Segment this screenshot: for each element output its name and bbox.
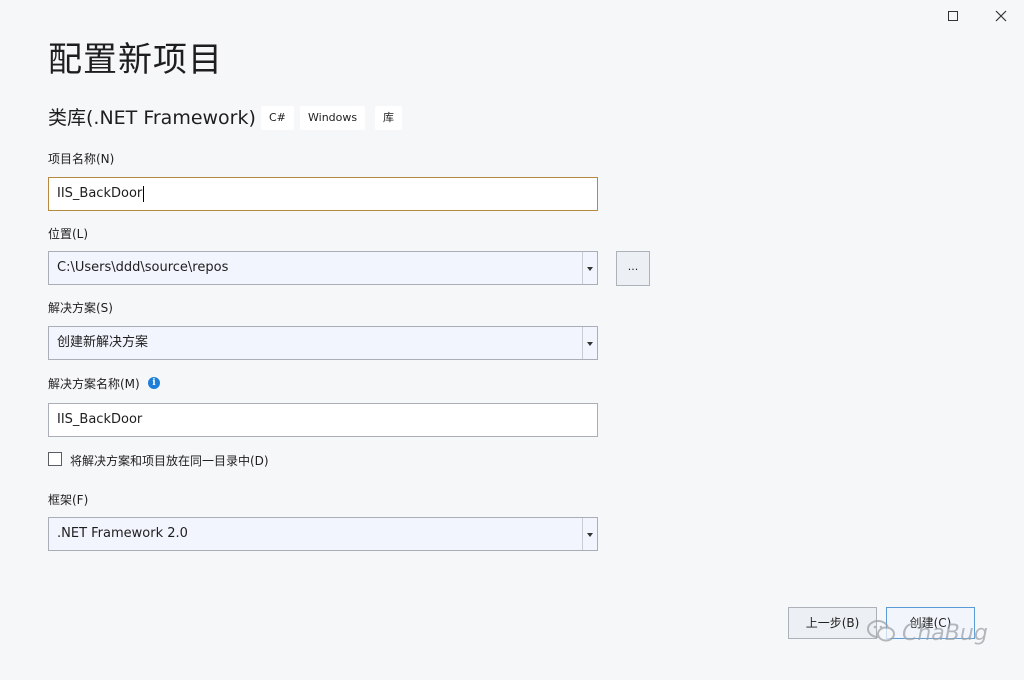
same-directory-checkbox[interactable]: [48, 452, 62, 466]
solution-name-value: IIS_BackDoor: [57, 412, 143, 427]
maximize-icon: [947, 7, 959, 26]
tag-type: 库: [375, 106, 402, 130]
create-button[interactable]: 创建(C): [886, 607, 975, 639]
solution-dropdown-button[interactable]: [582, 327, 597, 359]
framework-select[interactable]: .NET Framework 2.0: [48, 517, 598, 551]
location-value: C:\Users\ddd\source\repos: [57, 260, 229, 275]
framework-value: .NET Framework 2.0: [57, 526, 188, 541]
location-label: 位置(L): [48, 227, 89, 241]
solution-select[interactable]: 创建新解决方案: [48, 326, 598, 360]
tag-language: C#: [261, 106, 294, 130]
project-name-value: IIS_BackDoor: [57, 186, 143, 201]
close-button[interactable]: [986, 4, 1016, 28]
location-combobox[interactable]: C:\Users\ddd\source\repos: [48, 251, 598, 285]
same-directory-label[interactable]: 将解决方案和项目放在同一目录中(D): [70, 453, 269, 469]
close-icon: [995, 7, 1007, 26]
location-dropdown-button[interactable]: [582, 252, 597, 284]
solution-label: 解决方案(S): [48, 301, 113, 315]
project-name-input[interactable]: IIS_BackDoor: [48, 177, 598, 211]
chevron-down-icon: [587, 518, 593, 550]
template-name: 类库(.NET Framework): [48, 107, 256, 129]
solution-value: 创建新解决方案: [57, 335, 149, 350]
maximize-button[interactable]: [938, 4, 968, 28]
project-name-label: 项目名称(N): [48, 152, 115, 166]
chevron-down-icon: [587, 327, 593, 359]
chevron-down-icon: [587, 252, 593, 284]
browse-button[interactable]: ...: [616, 251, 650, 286]
info-icon[interactable]: i: [148, 377, 160, 389]
framework-label: 框架(F): [48, 493, 89, 507]
solution-name-input[interactable]: IIS_BackDoor: [48, 403, 598, 437]
framework-dropdown-button[interactable]: [582, 518, 597, 550]
tag-platform: Windows: [300, 106, 366, 130]
text-caret: [143, 185, 145, 202]
page-title: 配置新项目: [48, 40, 223, 80]
solution-name-label: 解决方案名称(M): [48, 377, 140, 391]
back-button[interactable]: 上一步(B): [788, 607, 877, 639]
